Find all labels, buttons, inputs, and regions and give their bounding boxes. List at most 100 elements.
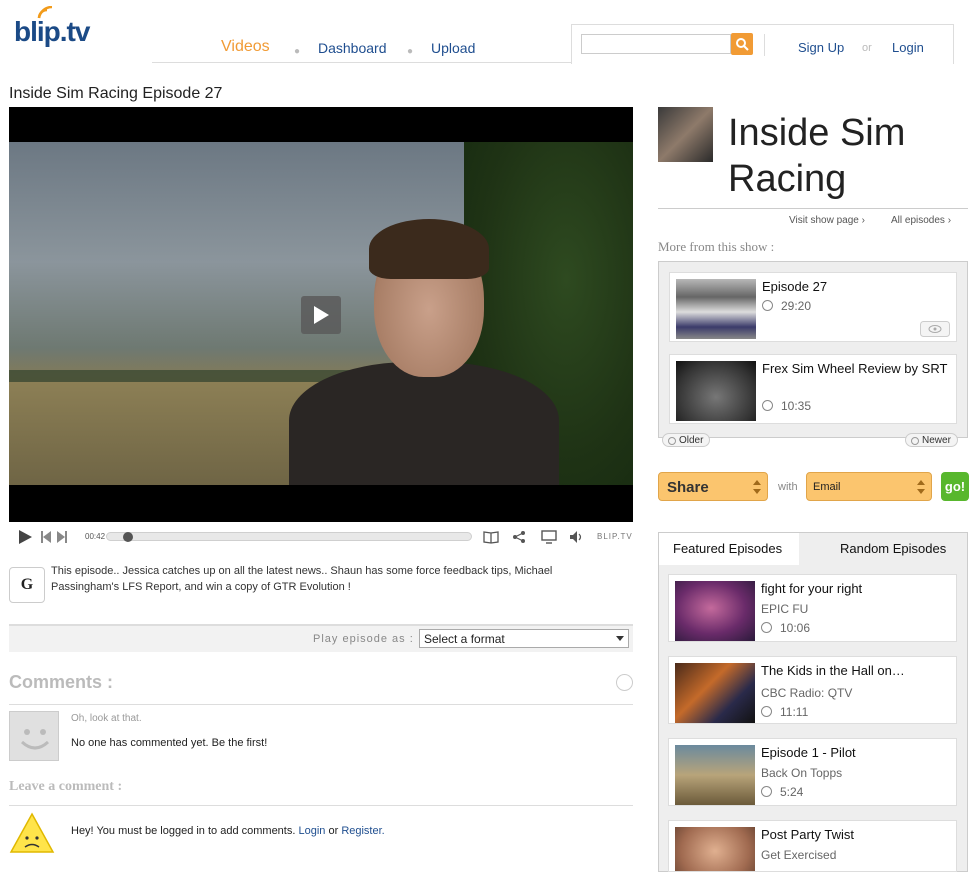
newer-button[interactable]: Newer: [905, 433, 958, 447]
episode-card[interactable]: Episode 27 29:20: [669, 272, 957, 342]
go-button[interactable]: go!: [941, 472, 969, 501]
smiley-icon: [20, 729, 50, 750]
featured-title: Post Party Twist: [761, 827, 854, 842]
video-player[interactable]: [9, 107, 633, 522]
nav-videos[interactable]: Videos: [221, 38, 270, 56]
share-select[interactable]: Share: [658, 472, 768, 501]
updown-icon: [917, 480, 925, 494]
person-image: [289, 219, 559, 485]
signup-link[interactable]: Sign Up: [798, 40, 844, 55]
leave-comment-heading: Leave a comment :: [9, 779, 123, 794]
episode-card[interactable]: Frex Sim Wheel Review by SRT 10:35: [669, 354, 957, 424]
episode-card-title: Episode 27: [762, 279, 828, 294]
format-select-value: Select a format: [424, 632, 505, 646]
featured-episode-card[interactable]: The Kids in the Hall on… CBC Radio: QTV …: [668, 656, 957, 724]
episode-thumbnail: [676, 279, 756, 339]
login-link[interactable]: Login: [298, 825, 325, 837]
player-brand: BLIP.TV: [597, 532, 633, 541]
play-icon: [314, 306, 329, 324]
search-icon: [736, 38, 749, 51]
volume-icon[interactable]: [569, 530, 585, 544]
show-logo-icon[interactable]: G: [9, 567, 45, 603]
nav-upload[interactable]: Upload: [431, 40, 475, 56]
updown-icon: [753, 480, 761, 494]
previous-icon[interactable]: [41, 531, 51, 543]
featured-duration: 11:11: [761, 705, 808, 719]
format-select[interactable]: Select a format: [419, 629, 629, 648]
divider: [658, 208, 968, 209]
episode-card-duration: 10:35: [762, 399, 811, 413]
more-episodes-panel: Episode 27 29:20 Frex Sim Wheel Review b…: [658, 261, 968, 438]
featured-episode-card[interactable]: fight for your right EPIC FU 10:06: [668, 574, 957, 642]
play-overlay-button[interactable]: [301, 296, 341, 334]
featured-show: Back On Topps: [761, 766, 843, 780]
clock-icon: [761, 706, 772, 717]
next-icon[interactable]: [57, 531, 67, 543]
show-thumbnail[interactable]: [658, 107, 713, 162]
comments-heading: Comments :: [9, 672, 114, 692]
or-text: or: [862, 42, 872, 54]
book-icon[interactable]: [483, 530, 499, 544]
featured-show: CBC Radio: QTV: [761, 686, 853, 700]
show-title[interactable]: Inside Sim Racing: [728, 110, 968, 202]
featured-duration: 5:24: [761, 785, 803, 799]
all-episodes-link[interactable]: All episodes ›: [891, 215, 951, 226]
clock-icon: [762, 400, 773, 411]
clock-icon: [761, 786, 772, 797]
featured-title: The Kids in the Hall on…: [761, 663, 905, 678]
time-display: 00:42: [85, 532, 106, 541]
episode-card-duration: 29:20: [762, 299, 811, 313]
episode-thumbnail: [676, 361, 756, 421]
eye-icon[interactable]: [920, 321, 950, 337]
featured-show: EPIC FU: [761, 602, 809, 616]
visit-show-link[interactable]: Visit show page ›: [789, 215, 865, 226]
register-link[interactable]: Register.: [341, 825, 384, 837]
episode-thumbnail: [675, 663, 755, 723]
clock-icon: [762, 300, 773, 311]
tab-featured[interactable]: Featured Episodes: [659, 533, 799, 565]
share-icon[interactable]: [512, 530, 526, 544]
episode-thumbnail: [675, 745, 755, 805]
with-text: with: [778, 481, 798, 493]
play-icon[interactable]: [17, 529, 33, 545]
divider: [9, 704, 633, 705]
leave-comment-text: Hey! You must be logged in to add commen…: [71, 825, 385, 837]
header-divider: [764, 34, 765, 56]
blip-logo[interactable]: blip.tv: [14, 6, 90, 48]
nav-separator: ●: [294, 46, 301, 57]
signal-icon: [37, 6, 53, 19]
chevron-down-icon: [616, 636, 624, 641]
clock-icon: [761, 622, 772, 633]
progress-bar[interactable]: [106, 532, 472, 542]
episode-card-title: Frex Sim Wheel Review by SRT: [762, 361, 948, 376]
comment-text: No one has commented yet. Be the first!: [71, 737, 268, 749]
nav-separator: ●: [407, 46, 414, 57]
featured-episode-card[interactable]: Post Party Twist Get Exercised: [668, 820, 957, 872]
featured-duration: 10:06: [761, 621, 810, 635]
nav-underline: [152, 62, 572, 63]
episode-description: This episode.. Jessica catches up on all…: [51, 565, 553, 593]
episode-title: Inside Sim Racing Episode 27: [9, 85, 223, 102]
search-input[interactable]: [581, 34, 731, 54]
nav-dashboard[interactable]: Dashboard: [318, 40, 387, 56]
login-link[interactable]: Login: [892, 40, 924, 55]
episode-thumbnail: [675, 581, 755, 641]
featured-title: Episode 1 - Pilot: [761, 745, 856, 760]
featured-episode-card[interactable]: Episode 1 - Pilot Back On Topps 5:24: [668, 738, 957, 806]
share-method-select[interactable]: Email: [806, 472, 932, 501]
more-from-show-heading: More from this show :: [658, 239, 775, 254]
older-button[interactable]: Older: [662, 433, 711, 447]
screen-icon[interactable]: [541, 530, 557, 544]
featured-title: fight for your right: [761, 581, 863, 596]
progress-knob[interactable]: [123, 532, 134, 542]
avatar: [9, 711, 59, 761]
tab-random[interactable]: Random Episodes: [840, 541, 946, 556]
divider: [9, 805, 633, 806]
comment-note: Oh, look at that.: [71, 713, 142, 724]
warning-icon: [9, 812, 55, 853]
rss-icon[interactable]: [616, 674, 633, 691]
format-label: Play episode as :: [313, 633, 414, 645]
episode-thumbnail: [675, 827, 755, 871]
logo-text: blip.tv: [14, 16, 90, 47]
search-button[interactable]: [731, 33, 753, 55]
